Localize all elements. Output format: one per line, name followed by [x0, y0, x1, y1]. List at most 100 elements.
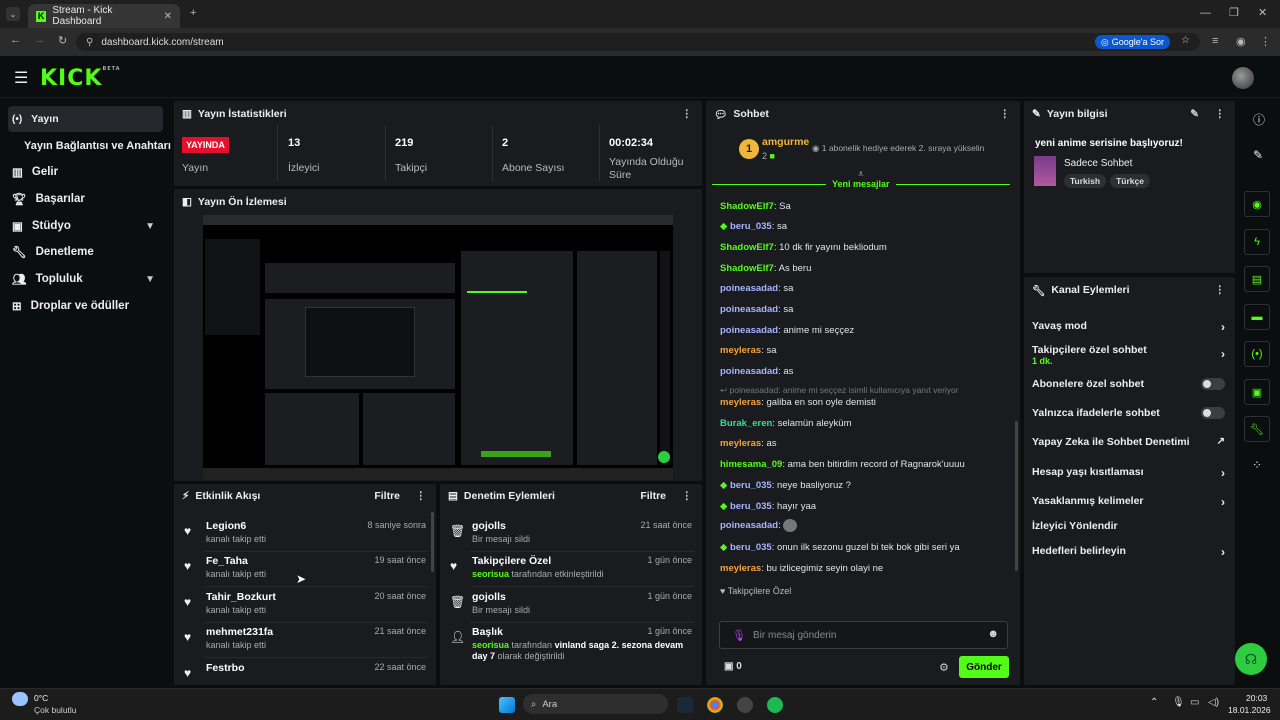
chevron-down-icon[interactable]: ▼: [145, 221, 155, 232]
chat-message[interactable]: poineasadad: as: [720, 366, 793, 377]
chat-message[interactable]: Burak_eren: selamün aleyküm: [720, 418, 851, 429]
chat-message[interactable]: poineasadad: sa: [720, 283, 793, 294]
sidebar-item-studyo[interactable]: ▣ Stüdyo ▼: [8, 213, 163, 239]
tray-chevron-icon[interactable]: ⌃: [1150, 697, 1158, 708]
emote-only-toggle[interactable]: [1201, 407, 1225, 419]
maximize-icon[interactable]: ❐: [1229, 6, 1239, 19]
microphone-icon[interactable]: 🎙︎: [732, 629, 746, 642]
scrollbar[interactable]: [431, 512, 434, 572]
chat-settings-icon[interactable]: ⚙: [939, 661, 949, 674]
more-options-icon[interactable]: ⋮: [682, 108, 693, 120]
chat-username[interactable]: poineasadad: [720, 325, 778, 336]
clock-date[interactable]: 18.01.2026: [1228, 705, 1271, 715]
clock-time[interactable]: 20:03: [1246, 693, 1267, 703]
chat-username[interactable]: beru_035: [730, 480, 772, 491]
close-window-icon[interactable]: ✕: [1258, 6, 1267, 19]
tab-list-icon[interactable]: ⌄: [6, 7, 20, 21]
action-followers-only[interactable]: Takipçilere özel sohbet 1 dk. ›: [1032, 344, 1225, 366]
tag-chip[interactable]: Türkçe: [1110, 174, 1150, 188]
chat-message[interactable]: ◆ beru_035: sa: [720, 221, 787, 232]
activity-user[interactable]: Fe_Taha: [206, 555, 248, 567]
chat-message[interactable]: ◆ beru_035: hayır yaa: [720, 501, 816, 512]
chat-username[interactable]: meyleras: [720, 397, 761, 408]
rail-wrench-button[interactable]: 🔧︎: [1244, 416, 1270, 442]
back-icon[interactable]: ←: [10, 34, 21, 46]
filter-button[interactable]: Filtre: [374, 490, 400, 502]
category-thumbnail[interactable]: [1034, 156, 1056, 186]
more-options-icon[interactable]: ⋮: [416, 490, 427, 502]
activity-user[interactable]: mehmet231fa: [206, 626, 273, 638]
google-ask-button[interactable]: ◎ Google'a Sor: [1094, 35, 1170, 49]
stream-preview-video[interactable]: [203, 215, 673, 480]
sidebar-item-denetleme[interactable]: 🔧︎ Denetleme: [8, 239, 163, 265]
chat-username[interactable]: beru_035: [730, 542, 772, 553]
moderation-user[interactable]: gojolls: [472, 591, 506, 603]
chat-message[interactable]: ShadowElf7: As beru: [720, 263, 811, 274]
moderator-name[interactable]: seorisua: [472, 569, 509, 579]
weather-temp[interactable]: 0°C: [34, 693, 48, 703]
windows-start-icon[interactable]: [499, 697, 515, 713]
action-banned-words[interactable]: Yasaklanmış kelimeler ›: [1032, 495, 1225, 509]
category-name[interactable]: Sadece Sohbet: [1064, 158, 1132, 169]
activity-row[interactable]: ♥ Legion6 kanalı takip etti 8 saniye son…: [174, 516, 436, 552]
chevron-down-icon[interactable]: ▼: [145, 274, 155, 285]
rail-camera-button[interactable]: ◉: [1244, 191, 1270, 217]
moderation-row[interactable]: 🗑︎ gojolls Bir mesajı sildi 1 gün önce: [440, 587, 702, 623]
chat-username[interactable]: beru_035: [730, 501, 772, 512]
hamburger-menu-icon[interactable]: ☰: [14, 68, 28, 88]
rail-broadcast-button[interactable]: (•): [1244, 341, 1270, 367]
more-options-icon[interactable]: ⋮: [1000, 108, 1011, 120]
action-goals[interactable]: Hedefleri belirleyin ›: [1032, 545, 1225, 559]
reading-list-icon[interactable]: ≡: [1212, 35, 1218, 47]
chat-input[interactable]: 🎙︎ Bir mesaj gönderin ☻: [719, 621, 1008, 649]
reload-icon[interactable]: ↻: [58, 34, 67, 47]
profile-icon[interactable]: ◉: [1236, 35, 1246, 48]
action-account-age[interactable]: Hesap yaşı kısıtlaması ›: [1032, 466, 1225, 480]
forward-icon[interactable]: →: [34, 34, 45, 46]
sidebar-item-yayin[interactable]: (•) Yayın: [8, 106, 163, 132]
sidebar-item-topluluk[interactable]: 👥︎ Topluluk ▼: [8, 266, 163, 292]
steam-icon[interactable]: [677, 697, 693, 713]
minimize-icon[interactable]: —: [1200, 7, 1211, 19]
info-icon[interactable]: ⓘ: [1253, 111, 1265, 128]
chat-username[interactable]: meyleras: [720, 563, 761, 574]
spotify-icon[interactable]: [767, 697, 783, 713]
close-tab-icon[interactable]: ✕: [164, 11, 172, 22]
rail-info-button[interactable]: ▣: [1244, 379, 1270, 405]
send-button[interactable]: Gönder: [959, 656, 1009, 678]
chat-username[interactable]: beru_035: [730, 221, 772, 232]
rail-lightning-button[interactable]: ϟ: [1244, 229, 1270, 255]
chrome-icon[interactable]: [707, 697, 723, 713]
help-support-icon[interactable]: ☊: [1235, 643, 1267, 675]
subscribers-only-toggle[interactable]: [1201, 378, 1225, 390]
chat-scrollbar[interactable]: [1015, 421, 1018, 571]
sidebar-item-gelir[interactable]: ▥ Gelir: [8, 159, 163, 185]
more-options-icon[interactable]: ⋮: [1215, 284, 1226, 296]
activity-user[interactable]: Festrbo: [206, 662, 245, 674]
chat-username[interactable]: himesama_09: [720, 459, 782, 470]
rail-document-button[interactable]: ▤: [1244, 266, 1270, 292]
edit-pencil-icon[interactable]: ✎: [1253, 148, 1263, 162]
chat-message[interactable]: meyleras: as: [720, 438, 777, 449]
chat-username[interactable]: ShadowElf7: [720, 242, 774, 253]
more-options-icon[interactable]: ⋮: [1215, 108, 1226, 120]
chat-message[interactable]: meyleras: bu izlicegimiz seyin olayi ne: [720, 563, 883, 574]
kick-logo[interactable]: KICKBETA: [40, 66, 121, 91]
moderator-name[interactable]: seorisua: [472, 640, 509, 650]
new-tab-icon[interactable]: +: [190, 7, 196, 19]
moderation-row[interactable]: 👤︎ Başlık seorisua tarafından vinland sa…: [440, 622, 702, 670]
moderation-row[interactable]: 🗑︎ gojolls Bir mesajı sildi 21 saat önce: [440, 516, 702, 552]
action-slow-mode[interactable]: Yavaş mod ›: [1032, 320, 1225, 334]
chat-username[interactable]: poineasadad: [720, 520, 778, 531]
activity-row[interactable]: ♥ mehmet231fa kanalı takip etti 21 saat …: [174, 622, 436, 658]
mic-tray-icon[interactable]: 🎙︎: [1172, 697, 1185, 708]
activity-user[interactable]: Tahir_Bozkurt: [206, 591, 276, 603]
sidebar-item-stream-key[interactable]: Yayın Bağlantısı ve Anahtarı: [20, 133, 175, 159]
chat-message[interactable]: ◆ beru_035: neye basliyoruz ?: [720, 480, 851, 491]
taskbar-search[interactable]: ⌕ Ara: [523, 694, 668, 714]
chat-message[interactable]: meyleras: galiba en son oyle demisti: [720, 397, 876, 408]
chat-username[interactable]: poineasadad: [720, 283, 778, 294]
chat-message[interactable]: poineasadad: anime mi seççez: [720, 325, 854, 336]
action-emote-only[interactable]: Yalnızca ifadelerle sohbet: [1032, 407, 1225, 419]
chat-username[interactable]: meyleras: [720, 345, 761, 356]
